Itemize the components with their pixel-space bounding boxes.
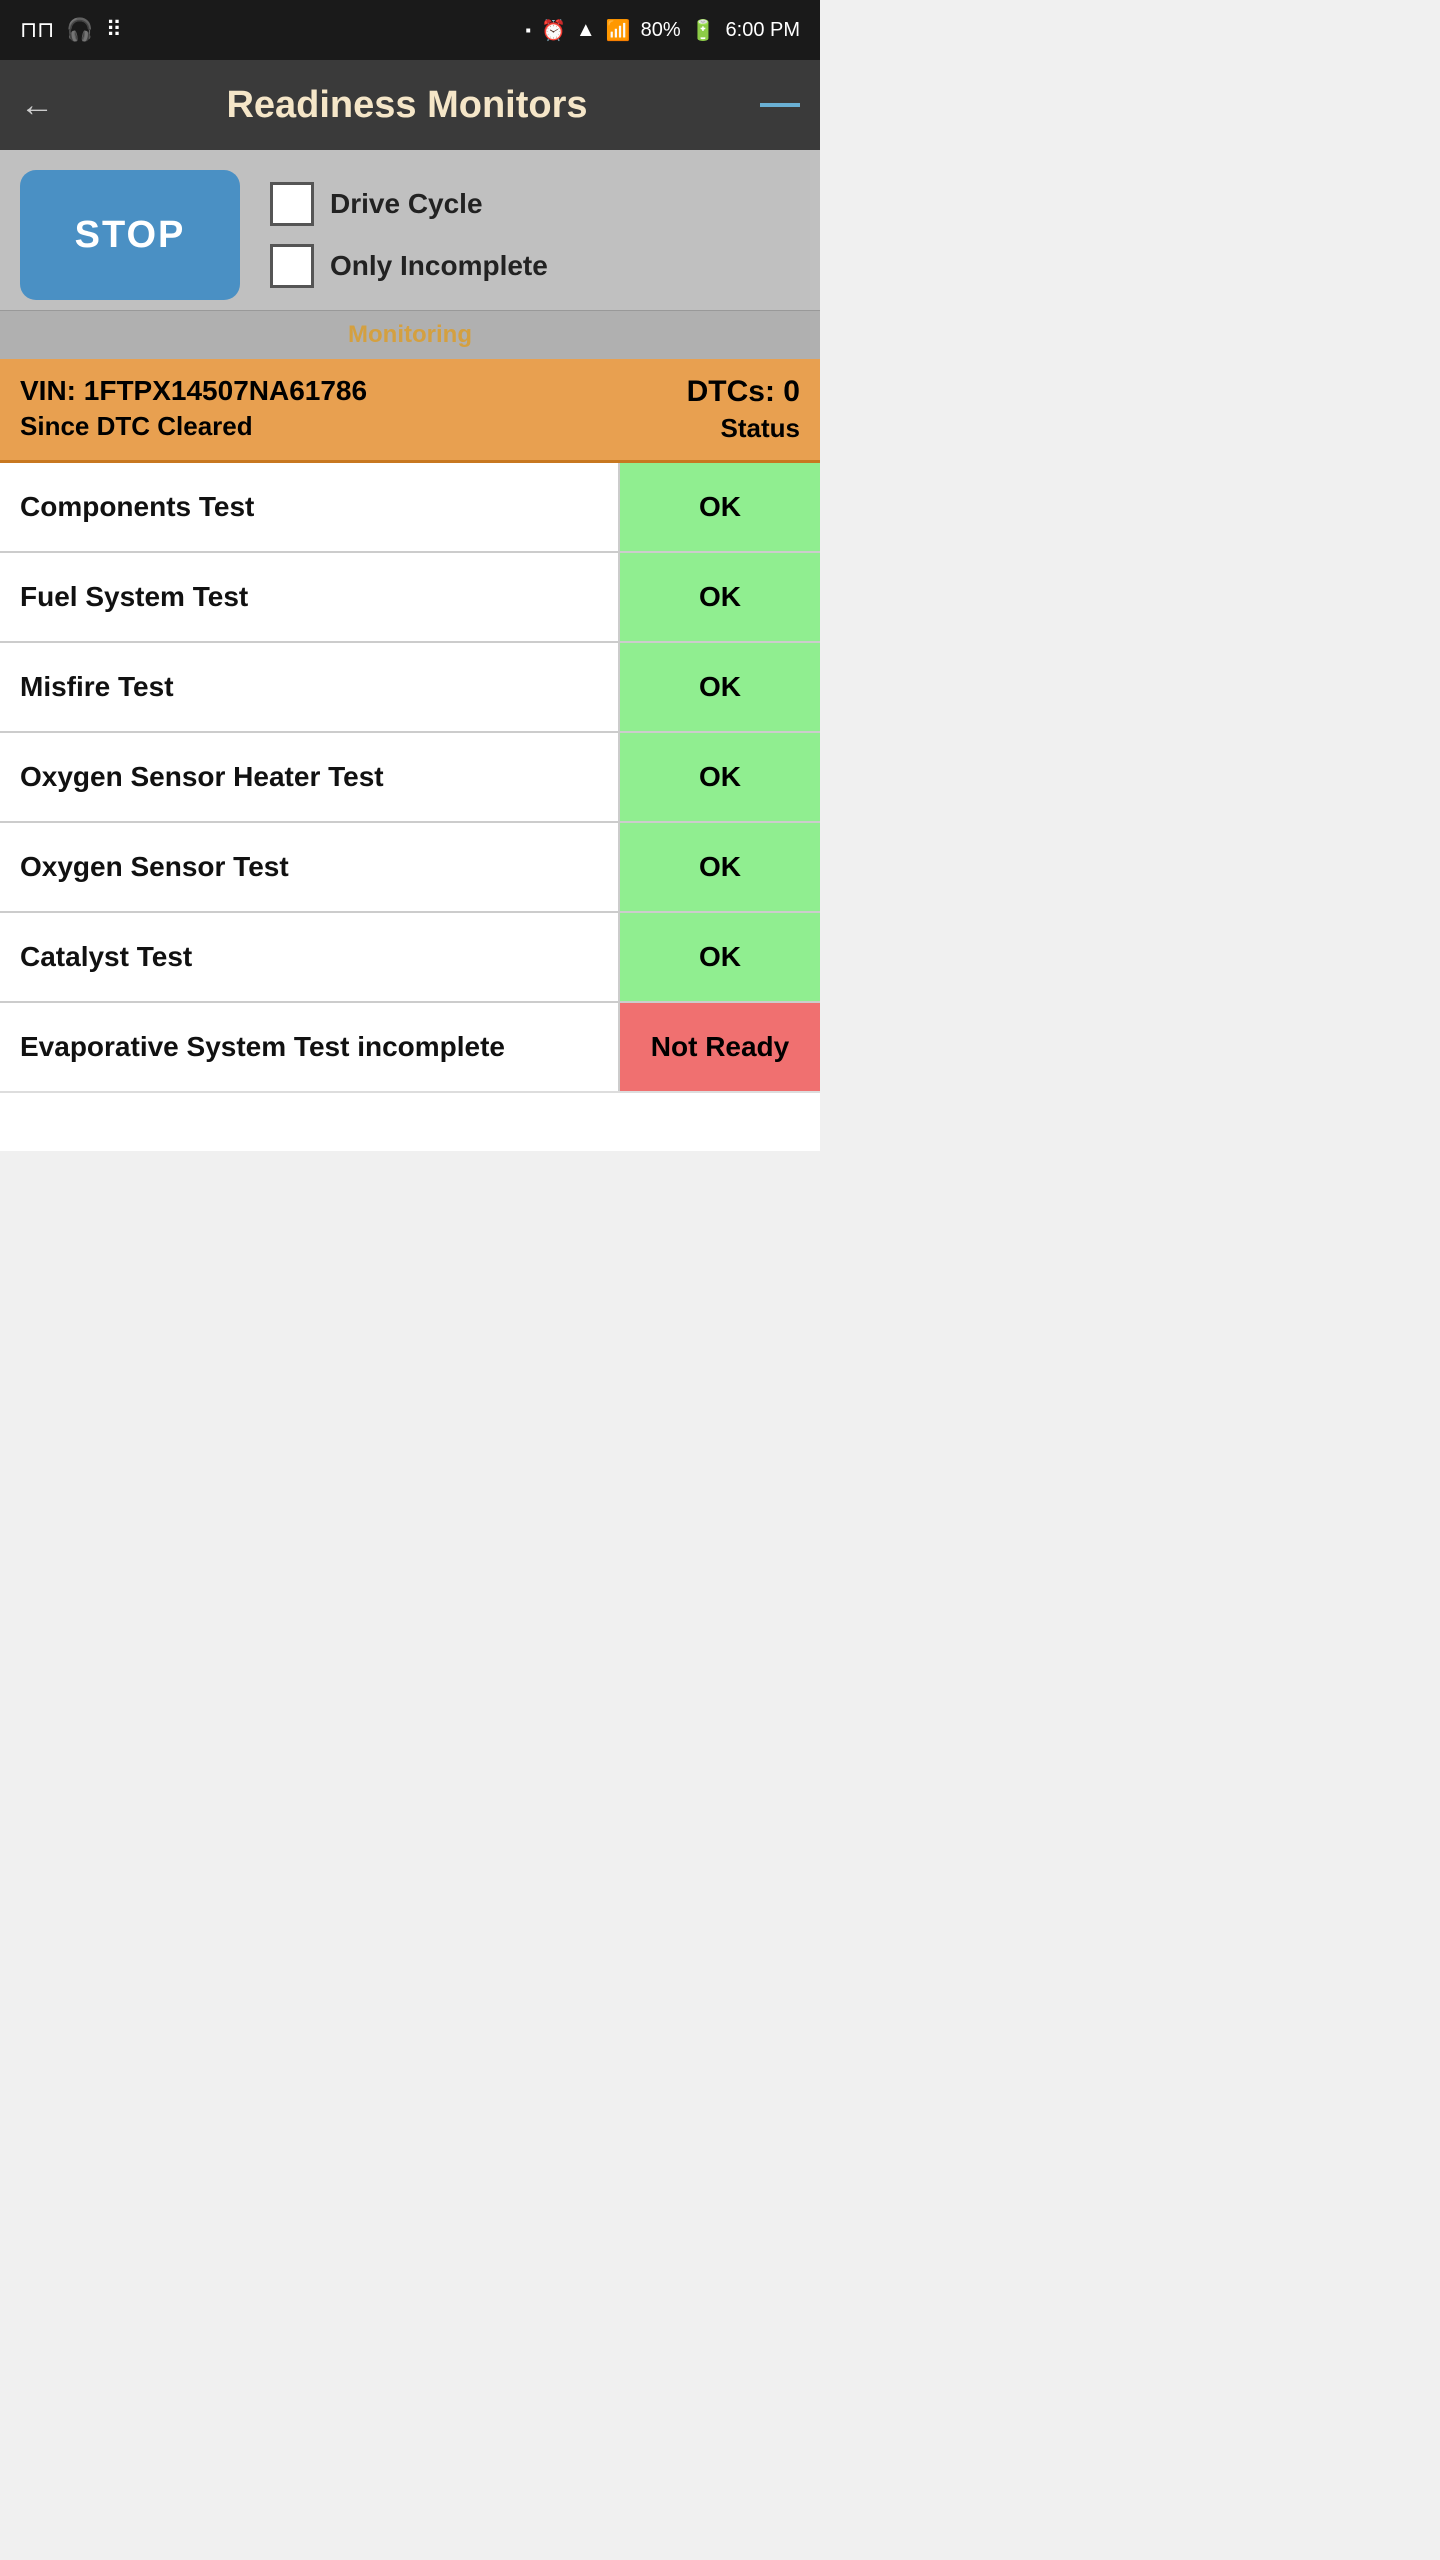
only-incomplete-checkbox[interactable]	[270, 244, 314, 288]
status-column-header: Status	[721, 413, 800, 444]
monitor-name-cell: Fuel System Test	[0, 553, 620, 641]
monitor-name-cell: Evaporative System Test incomplete	[0, 1003, 620, 1091]
app-header: ← Readiness Monitors	[0, 60, 820, 150]
table-row: Fuel System TestOK	[0, 553, 820, 643]
monitor-name-cell: Catalyst Test	[0, 913, 620, 1001]
signal-icon: 📶	[606, 18, 631, 43]
monitor-status-cell: OK	[620, 553, 820, 641]
status-bar: ⊓⊓ 🎧 ⠿ ⬝ ⏰ ▲ 📶 80% 🔋 6:00 PM	[0, 0, 820, 60]
status-bar-right-icons: ⬝ ⏰ ▲ 📶 80% 🔋 6:00 PM	[525, 18, 800, 43]
vin-area: VIN: 1FTPX14507NA61786 Since DTC Cleared…	[0, 359, 820, 463]
stop-button[interactable]: STOP	[20, 170, 240, 300]
monitor-name-cell: Misfire Test	[0, 643, 620, 731]
only-incomplete-row: Only Incomplete	[270, 244, 548, 288]
table-row: Components TestOK	[0, 463, 820, 553]
vin-left: VIN: 1FTPX14507NA61786 Since DTC Cleared	[20, 375, 367, 442]
vin-right: DTCs: 0 Status	[687, 375, 800, 444]
monitoring-status-bar: Monitoring	[0, 310, 820, 359]
headset-icon: 🎧	[66, 17, 93, 43]
drive-cycle-checkbox[interactable]	[270, 182, 314, 226]
checkboxes-area: Drive Cycle Only Incomplete	[270, 182, 548, 288]
monitor-name-cell: Oxygen Sensor Heater Test	[0, 733, 620, 821]
status-bar-left-icons: ⊓⊓ 🎧 ⠿	[20, 17, 122, 43]
battery-icon: 🔋	[691, 18, 716, 43]
menu-icon[interactable]	[760, 103, 800, 107]
monitor-name-cell: Components Test	[0, 463, 620, 551]
since-dtc-cleared: Since DTC Cleared	[20, 411, 367, 442]
monitor-status-cell: OK	[620, 823, 820, 911]
only-incomplete-label: Only Incomplete	[330, 250, 548, 282]
table-row: Oxygen Sensor TestOK	[0, 823, 820, 913]
monitor-name-cell: Oxygen Sensor Test	[0, 823, 620, 911]
monitor-status-cell: Not Ready	[620, 1003, 820, 1091]
page-title: Readiness Monitors	[54, 84, 760, 127]
dtcs-count: DTCs: 0	[687, 375, 800, 409]
back-button[interactable]: ←	[20, 86, 54, 125]
apps-icon: ⠿	[106, 17, 122, 43]
battery-text: 80%	[641, 19, 681, 42]
drive-cycle-row: Drive Cycle	[270, 182, 548, 226]
drive-cycle-label: Drive Cycle	[330, 188, 483, 220]
wifi-icon: ▲	[576, 19, 596, 42]
vin-number: VIN: 1FTPX14507NA61786	[20, 375, 367, 407]
monitoring-label: Monitoring	[348, 321, 472, 348]
monitor-status-cell: OK	[620, 463, 820, 551]
time-display: 6:00 PM	[726, 19, 800, 42]
monitor-table: Components TestOKFuel System TestOKMisfi…	[0, 463, 820, 1091]
table-row: Oxygen Sensor Heater TestOK	[0, 733, 820, 823]
bluetooth-icon: ⬝	[525, 19, 530, 42]
bottom-padding	[0, 1091, 820, 1151]
table-row: Evaporative System Test incompleteNot Re…	[0, 1003, 820, 1091]
monitor-status-cell: OK	[620, 913, 820, 1001]
monitor-status-cell: OK	[620, 643, 820, 731]
table-row: Catalyst TestOK	[0, 913, 820, 1003]
monitor-status-cell: OK	[620, 733, 820, 821]
controls-area: STOP Drive Cycle Only Incomplete	[0, 150, 820, 310]
voicemail-icon: ⊓⊓	[20, 17, 54, 43]
table-row: Misfire TestOK	[0, 643, 820, 733]
alarm-icon: ⏰	[541, 18, 566, 43]
